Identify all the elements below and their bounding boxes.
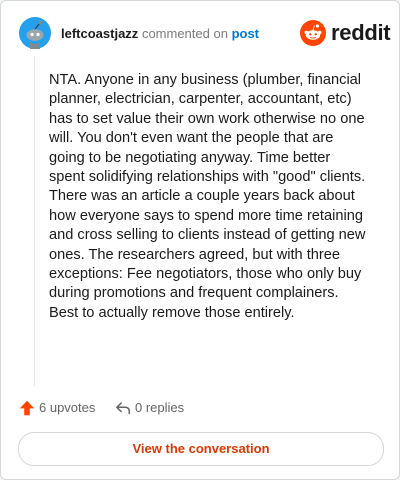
username-link[interactable]: leftcoastjazz — [61, 26, 138, 41]
brand-wordmark: reddit — [331, 20, 391, 45]
comment-meta: leftcoastjazz commented on post — [61, 26, 259, 42]
upvote-arrow-icon — [19, 400, 35, 416]
reply-count: 0 replies — [135, 400, 185, 415]
snoo-avatar-icon — [19, 17, 51, 49]
reddit-brand[interactable]: reddit — [300, 19, 391, 47]
reply-button[interactable]: 0 replies — [115, 398, 205, 418]
reddit-logo-icon — [300, 20, 326, 46]
thread-line — [34, 56, 35, 386]
comment-body: NTA. Anyone in any business (plumber, fi… — [49, 72, 366, 321]
comment-actions: 6 upvotes 0 replies — [19, 398, 381, 418]
comment-header: leftcoastjazz commented on post reddit — [17, 15, 391, 51]
post-link[interactable]: post — [232, 26, 259, 41]
upvote-button[interactable]: 6 upvotes — [19, 398, 109, 418]
embed-card: leftcoastjazz commented on post reddit N… — [0, 0, 400, 480]
action-text: commented on — [141, 26, 228, 41]
view-conversation-button[interactable]: View the conversation — [18, 432, 384, 466]
upvote-count: 6 upvotes — [39, 400, 96, 415]
user-avatar[interactable] — [19, 17, 51, 49]
reply-arrow-icon — [116, 402, 131, 415]
